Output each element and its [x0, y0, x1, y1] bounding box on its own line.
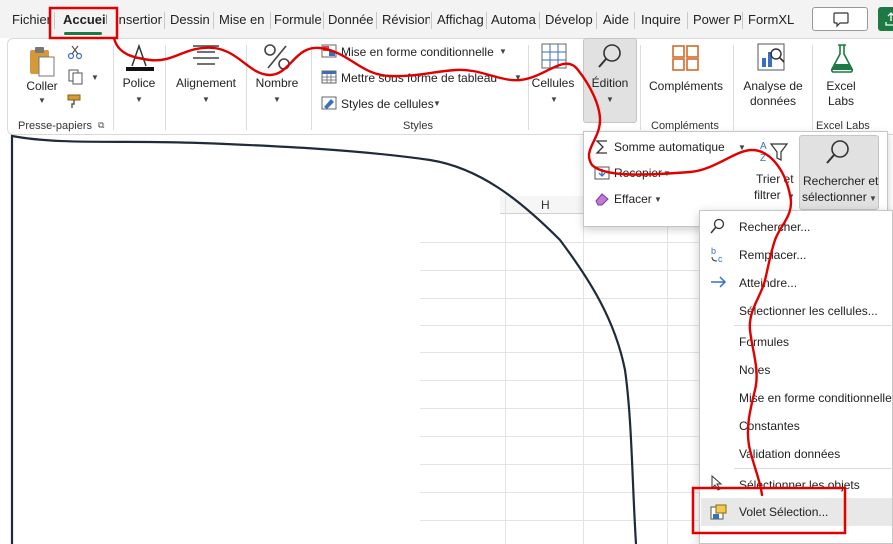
highlight-box-selection-pane: [691, 486, 847, 535]
highlight-box-accueil: [48, 6, 119, 40]
annotation-path: [112, 36, 793, 497]
annotation-overlay: [48, 6, 847, 535]
